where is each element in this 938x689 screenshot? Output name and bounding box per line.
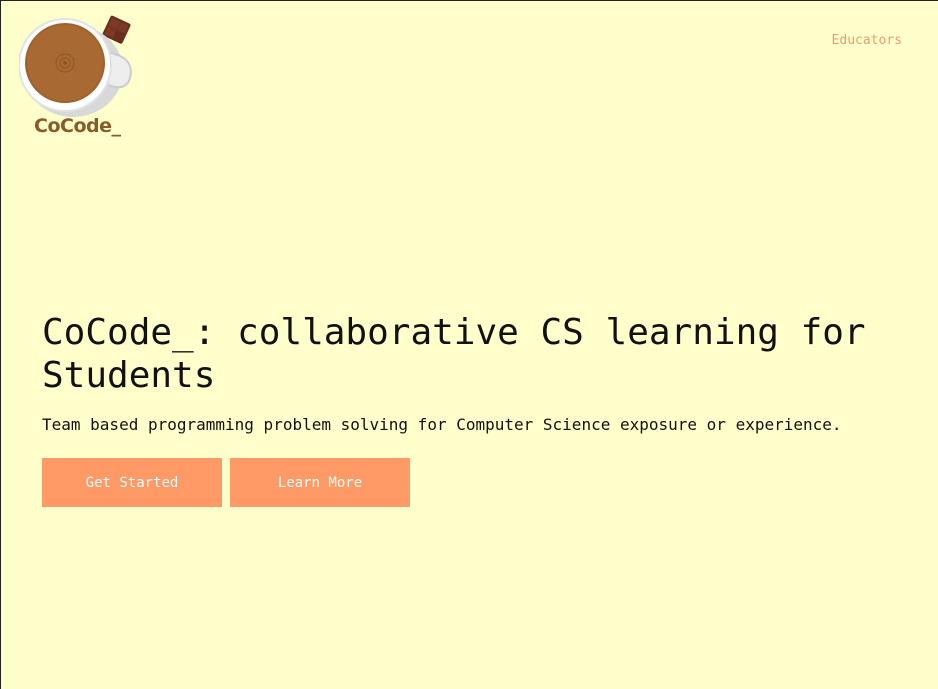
hero-buttons: Get Started Learn More <box>42 458 902 507</box>
hero-title: CoCode_: collaborative CS learning for S… <box>42 312 866 396</box>
logo[interactable]: CoCode_ <box>19 13 139 143</box>
landing-page: CoCode_ Educators CoCode_: collaborative… <box>1 1 938 689</box>
top-nav: Educators <box>832 29 902 48</box>
hero-section: CoCode_: collaborative CS learning for S… <box>42 311 902 507</box>
hero-subtitle: Team based programming problem solving f… <box>42 415 842 434</box>
nav-link-educators[interactable]: Educators <box>832 33 902 48</box>
coffee-cup-icon <box>19 15 132 117</box>
logo-text: CoCode_ <box>34 115 121 137</box>
get-started-button[interactable]: Get Started <box>42 458 222 507</box>
learn-more-button[interactable]: Learn More <box>230 458 410 507</box>
